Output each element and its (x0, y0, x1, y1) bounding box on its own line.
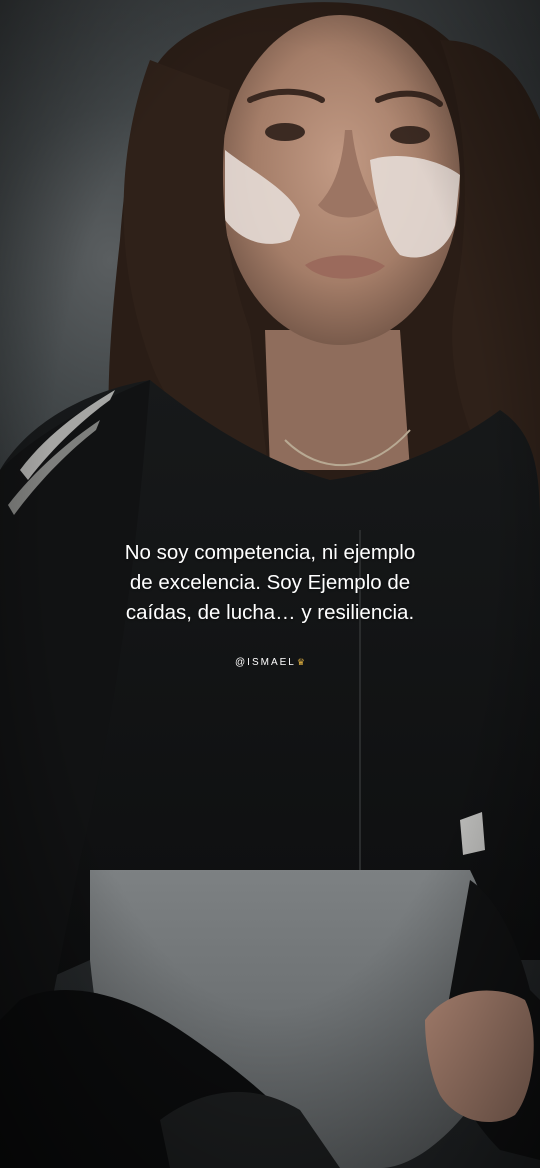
watermark-handle: @ISMAEL (235, 657, 296, 668)
crown-icon: ♛ (296, 657, 305, 667)
story-frame: No soy competencia, ni ejemplo de excele… (0, 0, 540, 1168)
caption-line-2: de excelencia. Soy Ejemplo de (129, 571, 411, 594)
caption-line-1: No soy competencia, ni ejemplo (124, 541, 416, 564)
story-caption: No soy competencia, ni ejemplo de excele… (40, 538, 500, 628)
caption-line-3: caídas, de lucha… y resiliencia. (125, 601, 415, 624)
watermark: @ISMAEL♛ (0, 655, 540, 670)
